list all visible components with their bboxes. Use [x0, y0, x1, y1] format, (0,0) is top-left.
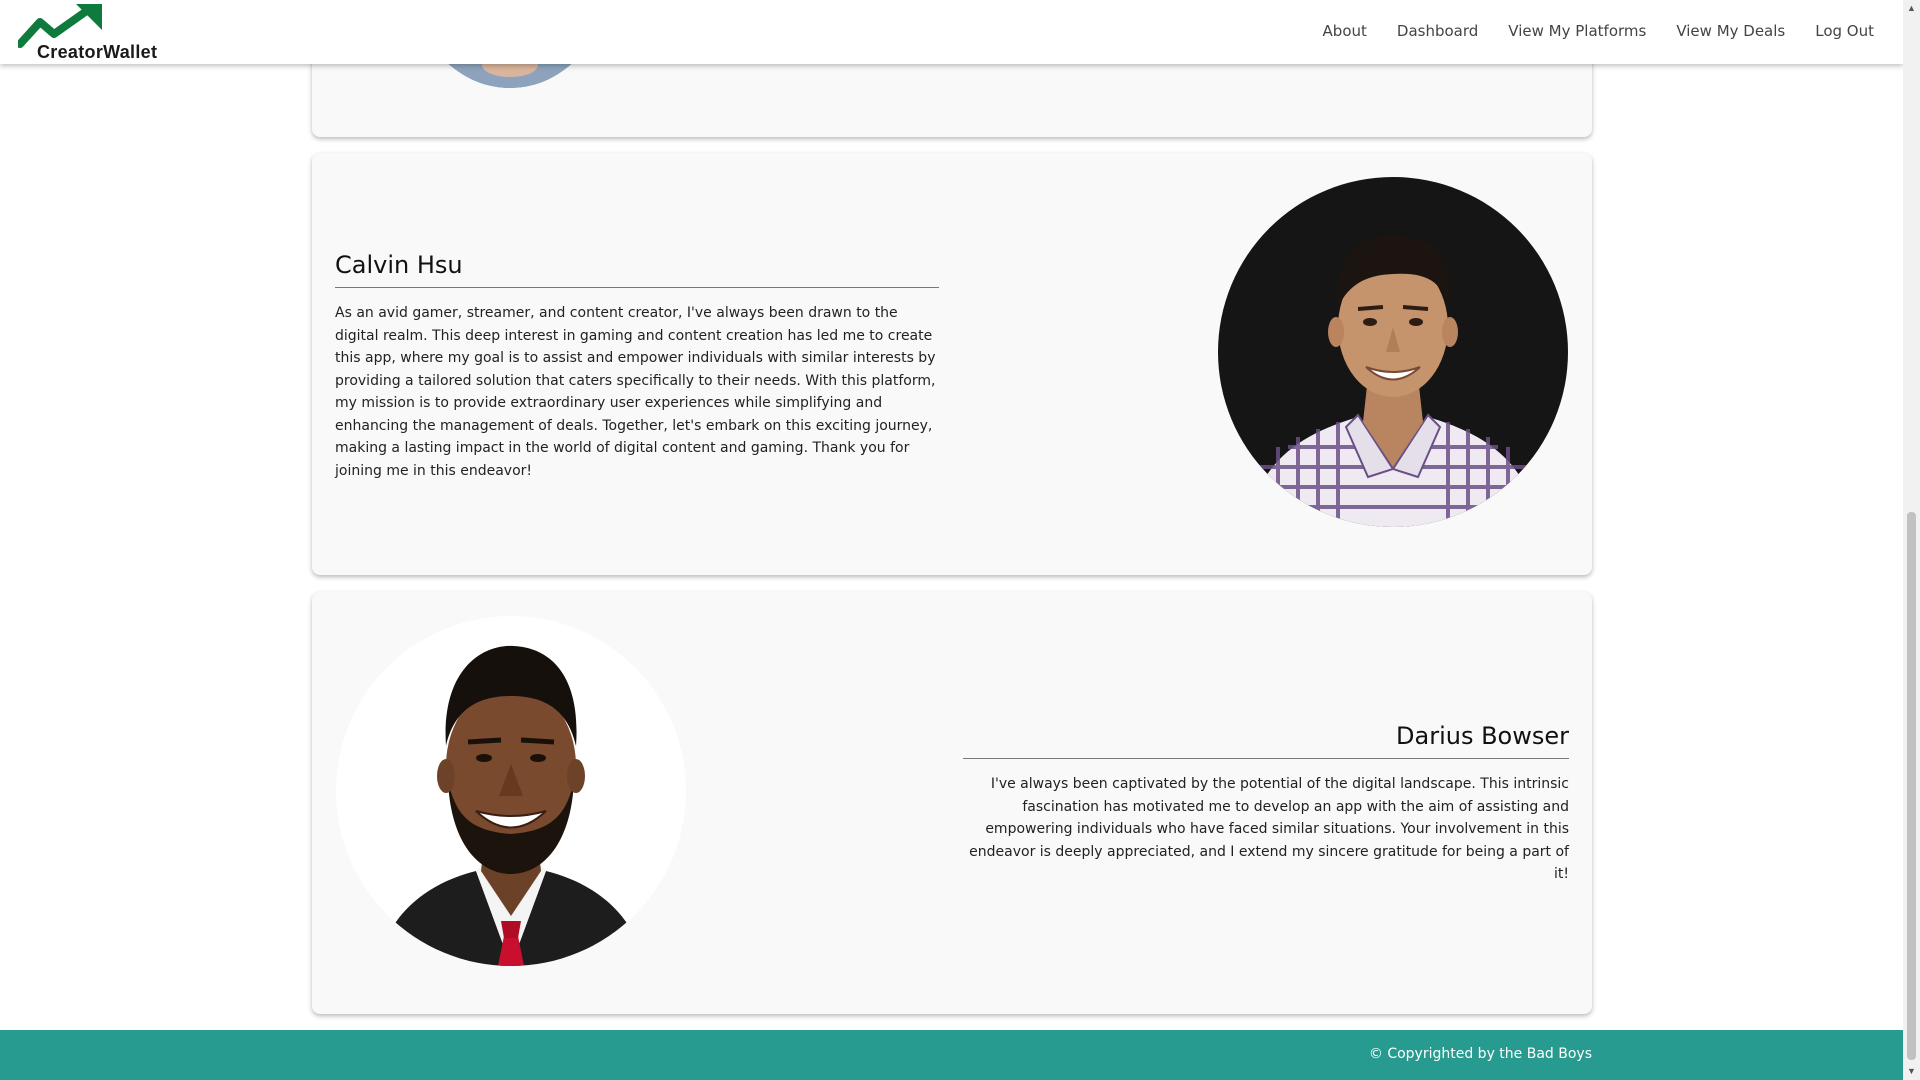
scroll-down-arrow-icon[interactable]: ▼ — [1903, 1063, 1920, 1080]
top-navbar: CreatorWallet About Dashboard View My Pl… — [0, 0, 1903, 64]
nav-view-my-platforms[interactable]: View My Platforms — [1493, 22, 1661, 40]
copyright-text: © Copyrighted by the Bad Boys — [1368, 1046, 1592, 1062]
brand-name: CreatorWallet — [37, 42, 157, 63]
brand-name-part2: Wallet — [103, 42, 158, 62]
scrollbar-thumb[interactable] — [1907, 512, 1916, 1060]
page-footer: © Copyrighted by the Bad Boys — [0, 1030, 1903, 1080]
vertical-scrollbar[interactable]: ▲ ▼ — [1903, 0, 1920, 1080]
team-member-photo — [336, 616, 686, 966]
name-divider — [963, 758, 1569, 759]
nav-dashboard[interactable]: Dashboard — [1382, 22, 1493, 40]
name-divider — [335, 287, 939, 288]
team-member-bio: I've always been captivated by the poten… — [969, 776, 1569, 882]
page-viewport: Calvin Hsu As an avid gamer, streamer, a… — [0, 0, 1903, 1080]
brand-name-part1: Creator — [37, 42, 104, 62]
team-member-photo — [1218, 177, 1568, 527]
nav-view-my-deals[interactable]: View My Deals — [1661, 22, 1800, 40]
team-member-bio: As an avid gamer, streamer, and content … — [335, 305, 936, 479]
nav-links: About Dashboard View My Platforms View M… — [1308, 22, 1889, 40]
nav-log-out[interactable]: Log Out — [1800, 22, 1889, 40]
nav-about[interactable]: About — [1308, 22, 1382, 40]
team-member-name: Calvin Hsu — [335, 251, 463, 279]
team-card-calvin: Calvin Hsu As an avid gamer, streamer, a… — [312, 153, 1592, 575]
team-member-name: Darius Bowser — [1396, 722, 1569, 750]
team-card-darius: Darius Bowser I've always been captivate… — [312, 592, 1592, 1014]
creator-wallet-logo[interactable]: CreatorWallet — [18, 4, 168, 62]
scroll-up-arrow-icon[interactable]: ▲ — [1903, 0, 1920, 17]
